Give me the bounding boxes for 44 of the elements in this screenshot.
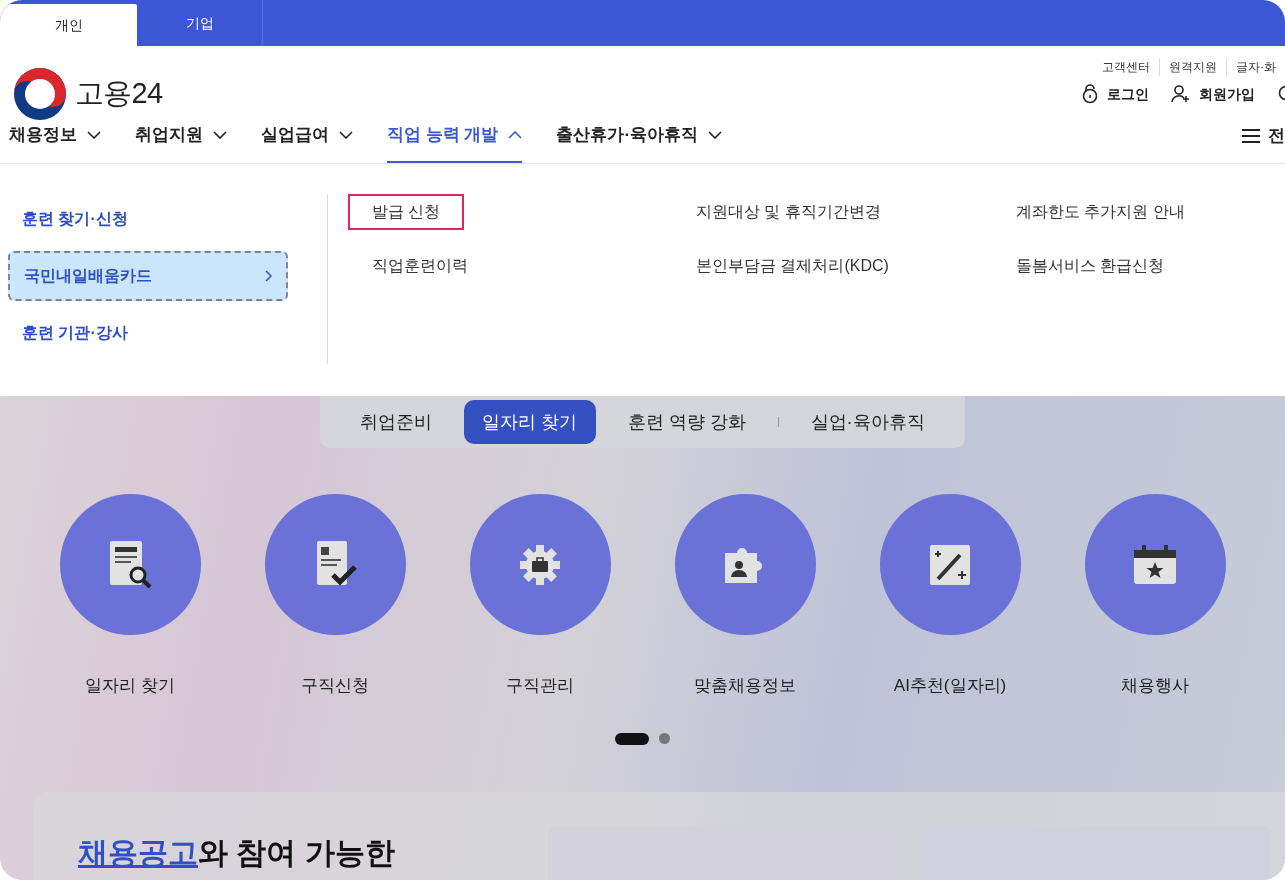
chevron-right-icon [265,270,272,282]
search-icon[interactable] [1277,85,1285,103]
submenu-category[interactable]: 훈련 기관·강사 [8,308,288,358]
utility-link[interactable]: 글자·화 [1226,58,1285,76]
segment-tab[interactable]: 훈련 역량 강화 [609,400,764,444]
service-button[interactable]: 채용행사 [1084,494,1226,699]
chevron-up-icon [508,131,523,139]
service-button[interactable]: 일자리 찾기 [59,494,201,699]
nav-menu-item[interactable]: 실업급여 [261,119,353,163]
all-menu-button[interactable]: 전 [1242,119,1285,163]
service-button[interactable]: 구직관리 [469,494,611,699]
chevron-down-icon [213,131,227,139]
service-button[interactable]: 구직신청 [264,494,406,699]
audience-tab[interactable]: 개인 [0,4,137,46]
submenu-link[interactable]: 계좌한도 추가지원 안내 [992,194,1209,230]
chevron-down-icon [87,131,101,139]
segment-tab[interactable]: 실업·육아휴직 [792,400,943,444]
submenu-link[interactable]: 본인부담금 결제처리(KDC) [672,248,913,284]
utility-link[interactable]: 고객센터 [1093,58,1159,76]
section-heading: 채용공고와 참여 가능한 [78,835,396,871]
submenu-category[interactable]: 훈련 찾기·신청 [8,194,288,244]
logo-text[interactable]: 고용24 [75,72,163,116]
submenu-link[interactable]: 직업훈련이력 [348,248,492,284]
service-button[interactable]: AI추천(일자리) [879,494,1021,699]
submenu-link[interactable]: 돌봄서비스 환급신청 [992,248,1189,284]
utility-link[interactable]: 원격지원 [1159,58,1226,76]
segment-tab[interactable]: 취업준비 [342,400,451,444]
login-link[interactable]: 로그인 [1081,83,1149,105]
submenu-link[interactable]: 지원대상 및 휴직기간변경 [672,194,905,230]
signup-link[interactable]: 회원가입 [1171,83,1255,105]
logo-icon [13,67,67,121]
nav-menu-item[interactable]: 출산휴가·육아휴직 [556,119,723,163]
service-button[interactable]: 맞춤채용정보 [674,494,816,699]
audience-tab[interactable]: 기업 [137,0,263,46]
user-plus-icon [1171,84,1191,104]
submenu-category[interactable]: 국민내일배움카드 [8,251,288,301]
segment-tab[interactable]: 일자리 찾기 [464,400,596,444]
menu-icon [1242,129,1260,143]
chevron-down-icon [339,131,353,139]
submenu-link[interactable]: 발급 신청 [348,194,465,230]
nav-menu-item[interactable]: 취업지원 [135,119,227,163]
nav-menu-item[interactable]: 채용정보 [9,119,101,163]
lock-icon [1081,84,1099,104]
chevron-down-icon [708,131,723,139]
